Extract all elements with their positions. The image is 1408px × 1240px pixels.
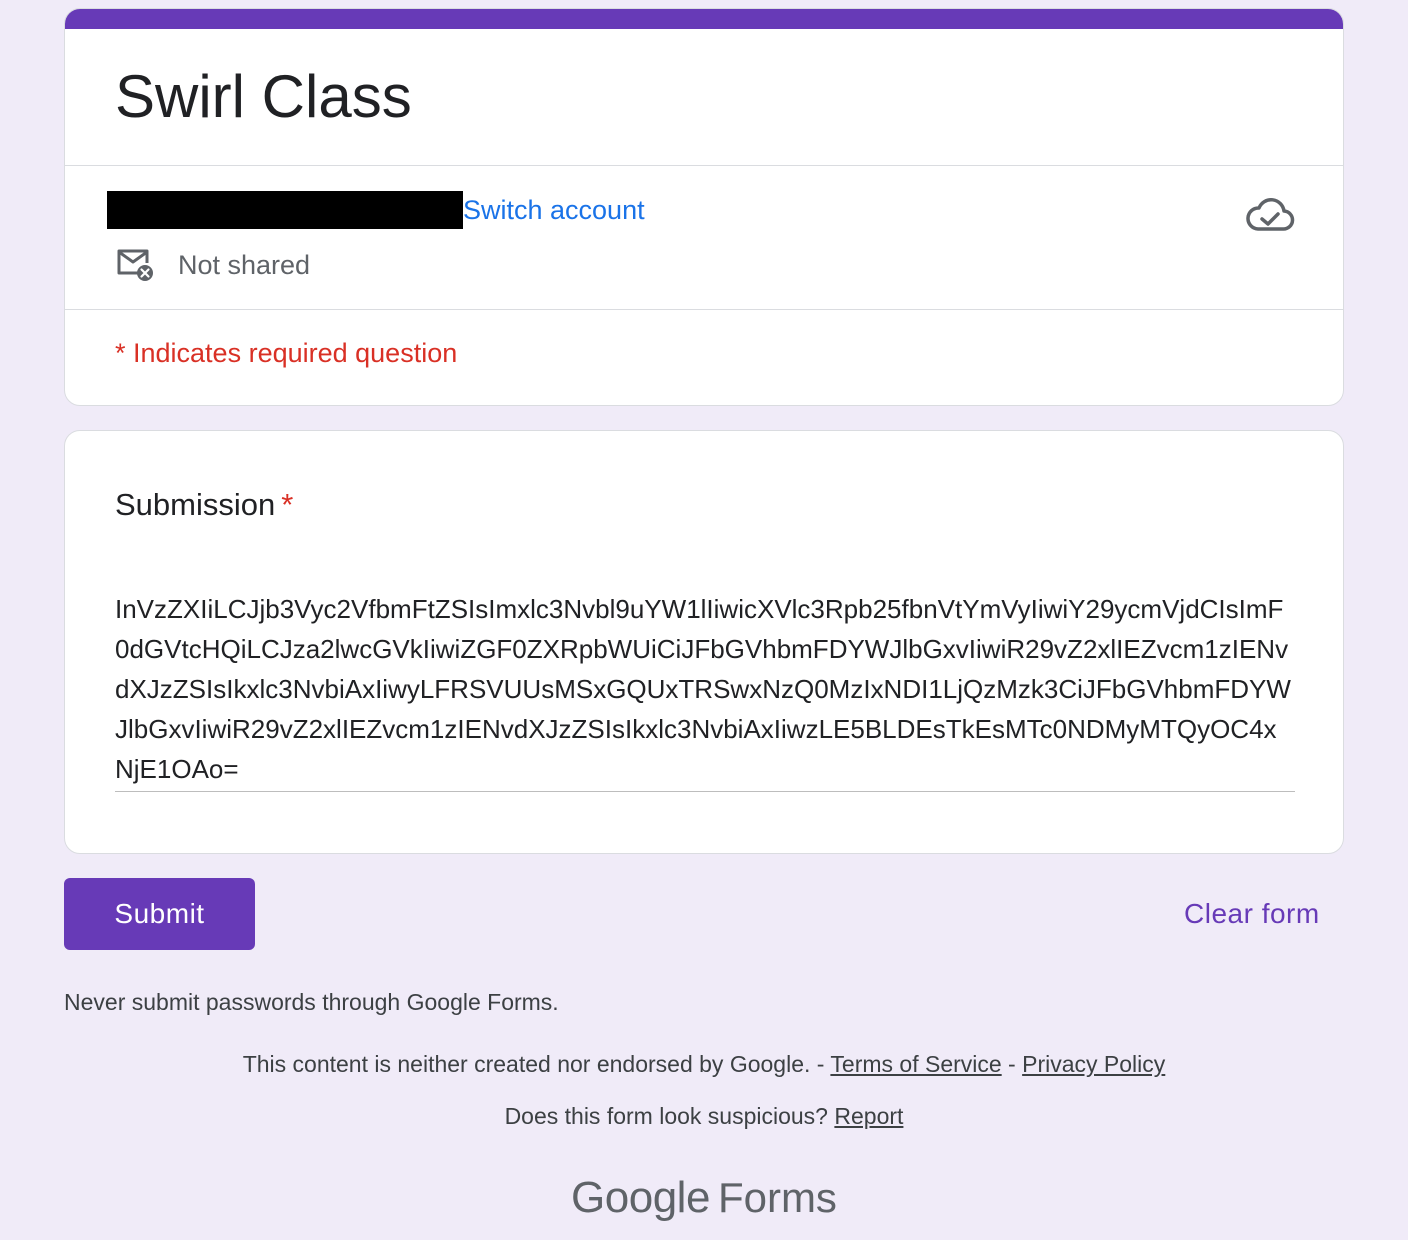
suspicious-text: Does this form look suspicious? — [504, 1103, 835, 1129]
question-title: Submission * — [115, 485, 293, 525]
submit-button[interactable]: Submit — [64, 878, 255, 950]
disclaimer-text: This content is neither created nor endo… — [242, 1051, 831, 1077]
disclaimer-line: This content is neither created nor endo… — [0, 1048, 1408, 1080]
cloud-check-icon[interactable] — [1245, 195, 1295, 235]
not-shared-label: Not shared — [178, 250, 311, 280]
terms-of-service-link[interactable]: Terms of Service — [830, 1051, 1001, 1077]
answer-input[interactable]: InVzZXIiLCJjb3Vyc2VfbmFtZSIsImxlc3Nvbl9u… — [115, 589, 1295, 792]
mail-not-shared-icon — [115, 247, 155, 283]
divider — [65, 165, 1343, 166]
redacted-email — [107, 191, 463, 229]
form-title: Swirl Class — [115, 63, 412, 130]
form-header-card: Swirl Class Switch account Not shared * … — [64, 8, 1344, 406]
switch-account-link[interactable]: Switch account — [463, 192, 645, 228]
privacy-policy-link[interactable]: Privacy Policy — [1022, 1051, 1165, 1077]
footer-separator: - — [1001, 1051, 1023, 1077]
google-forms-logo[interactable]: Google Forms — [0, 1170, 1408, 1226]
question-title-text: Submission — [115, 487, 276, 522]
suspicious-line: Does this form look suspicious? Report — [0, 1100, 1408, 1132]
report-link[interactable]: Report — [834, 1103, 903, 1129]
divider — [65, 309, 1343, 310]
password-warning: Never submit passwords through Google Fo… — [64, 989, 559, 1015]
required-question-note: * Indicates required question — [115, 338, 458, 368]
brand-forms: Forms — [717, 1174, 837, 1221]
accent-bar — [65, 9, 1343, 29]
question-card: Submission * InVzZXIiLCJjb3Vyc2VfbmFtZSIs… — [64, 430, 1344, 854]
form-page: Swirl Class Switch account Not shared * … — [0, 0, 1408, 1240]
clear-form-button[interactable]: Clear form — [1184, 896, 1320, 932]
brand-google: Google — [571, 1173, 710, 1222]
required-asterisk: * — [281, 487, 294, 522]
